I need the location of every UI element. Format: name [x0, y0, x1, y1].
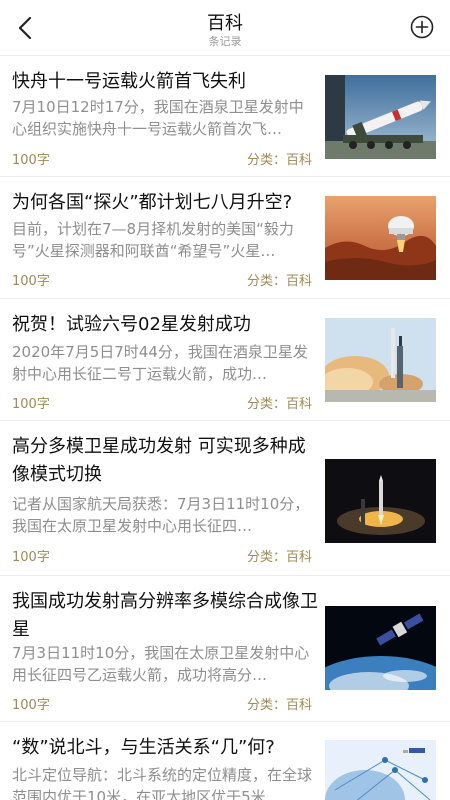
- article-thumbnail[interactable]: [325, 318, 436, 402]
- list-item[interactable]: 我国成功发射高分辨率多模综合成像卫星 7月3日11时10分，我国在太原卫星发射中…: [0, 576, 450, 721]
- article-title: 快舟十一号运载火箭首飞失利: [12, 71, 246, 92]
- article-thumbnail[interactable]: [325, 459, 436, 543]
- word-count: 100字: [12, 698, 50, 713]
- list-item[interactable]: 快舟十一号运载火箭首飞失利 7月10日12时17分，我国在酒泉卫星发射中心组织实…: [0, 56, 450, 176]
- word-count: 100字: [12, 274, 50, 289]
- article-thumbnail[interactable]: [325, 740, 436, 800]
- article-meta: 100字 分类：百科: [12, 270, 312, 289]
- category-label: 分类：百科: [246, 153, 312, 168]
- article-meta: 100字 分类：百科: [12, 546, 312, 565]
- article-title: 高分多模卫星成功发射 可实现多种成像模式切换: [12, 436, 306, 485]
- category-label: 分类：百科: [246, 274, 312, 289]
- article-summary: 记者从国家航天局获悉：7月3日11时10分，我国在太原卫星发射中心用长征四…: [12, 495, 310, 535]
- article-thumbnail[interactable]: [325, 75, 436, 159]
- list-item[interactable]: 高分多模卫星成功发射 可实现多种成像模式切换 记者从国家航天局获悉：7月3日11…: [0, 421, 450, 575]
- article-title: 祝贺！试验六号02星发射成功: [12, 314, 251, 335]
- article-summary: 目前，计划在7—8月择机发射的美国“毅力号”火星探测器和阿联酋“希望号”火星…: [12, 220, 294, 260]
- list-item[interactable]: 为何各国“探火”都计划七八月升空? 目前，计划在7—8月择机发射的美国“毅力号”…: [0, 177, 450, 298]
- article-title: “数”说北斗，与生活关系“几”何?: [12, 737, 275, 758]
- article-title: 我国成功发射高分辨率多模综合成像卫星: [12, 591, 318, 640]
- article-meta: 100字 分类：百科: [12, 393, 312, 412]
- category-label: 分类：百科: [246, 698, 312, 713]
- plus-circle-icon[interactable]: [410, 15, 434, 39]
- word-count: 100字: [12, 397, 50, 412]
- article-thumbnail[interactable]: [325, 196, 436, 280]
- list-item[interactable]: “数”说北斗，与生活关系“几”何? 北斗定位导航：北斗系统的定位精度，在全球范围…: [0, 722, 450, 800]
- article-title: 为何各国“探火”都计划七八月升空?: [12, 192, 293, 213]
- page-title: 百科: [207, 13, 243, 34]
- word-count: 100字: [12, 550, 50, 565]
- article-summary: 7月3日11时10分，我国在太原卫星发射中心用长征四号乙运载火箭，成功将高分…: [12, 644, 310, 684]
- article-thumbnail[interactable]: [325, 606, 436, 690]
- category-label: 分类：百科: [246, 397, 312, 412]
- category-label: 分类：百科: [246, 550, 312, 565]
- word-count: 100字: [12, 153, 50, 168]
- record-count-label: 条记录: [208, 35, 242, 48]
- article-summary: 7月10日12时17分，我国在酒泉卫星发射中心组织实施快舟十一号运载火箭首次飞…: [12, 98, 304, 138]
- article-summary: 2020年7月5日7时44分，我国在酒泉卫星发射中心用长征二号丁运载火箭，成功…: [12, 343, 308, 383]
- list-item[interactable]: 祝贺！试验六号02星发射成功 2020年7月5日7时44分，我国在酒泉卫星发射中…: [0, 299, 450, 420]
- article-meta: 100字 分类：百科: [12, 694, 312, 713]
- top-bar: 百科 条记录: [0, 0, 450, 56]
- article-meta: 100字 分类：百科: [12, 149, 312, 168]
- article-summary: 北斗定位导航：北斗系统的定位精度，在全球范围内优于10米，在亚太地区优于5米: [12, 766, 313, 800]
